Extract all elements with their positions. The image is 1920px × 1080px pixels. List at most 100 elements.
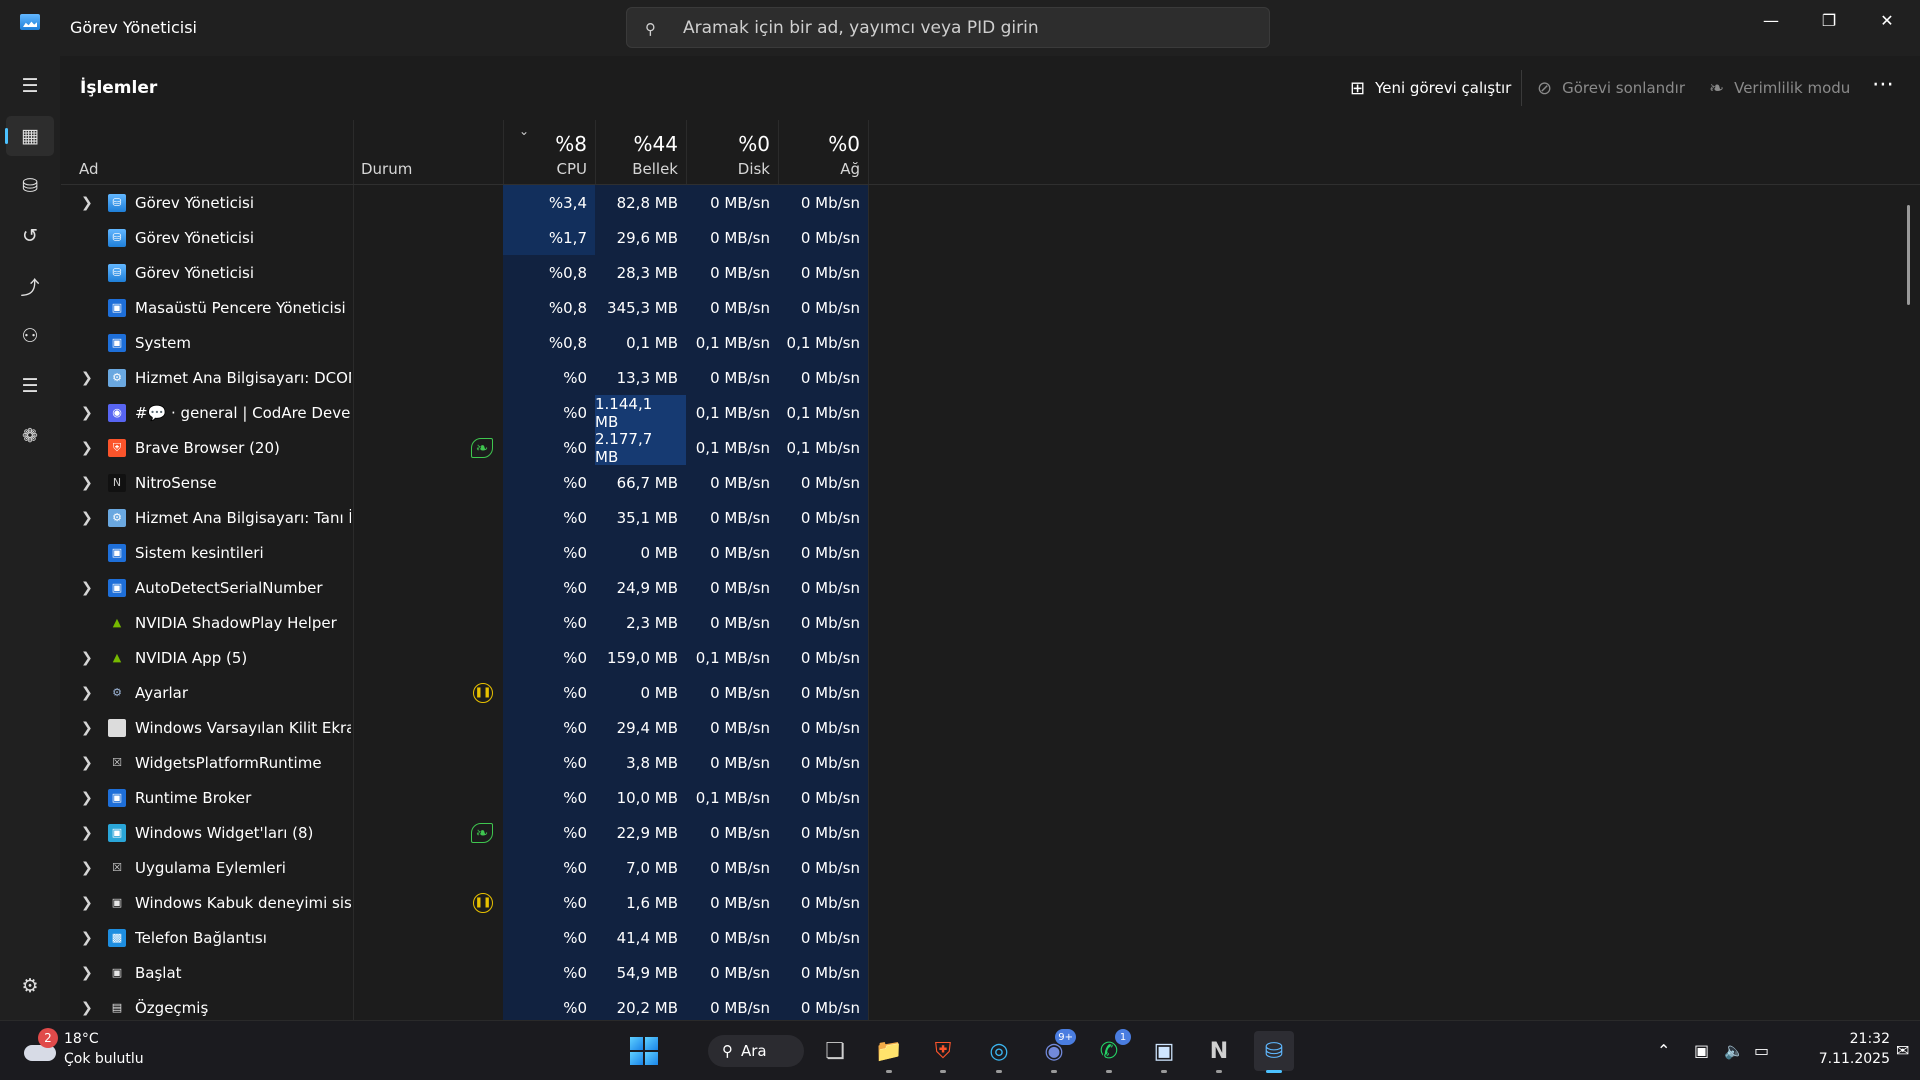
chevron-right-icon[interactable]: ❯ [81, 720, 93, 736]
nav-settings[interactable]: ⚙ [6, 966, 54, 1006]
column-label-name: Ad [79, 160, 99, 178]
network-value: 0 Mb/sn [778, 815, 868, 850]
chevron-right-icon[interactable]: ❯ [81, 965, 93, 981]
chevron-right-icon[interactable]: ❯ [81, 405, 93, 421]
disk-value: 0 MB/sn [686, 920, 778, 955]
table-row[interactable]: ❯ Windows Varsayılan Kilit Ekran... %029,4… [61, 710, 1920, 745]
process-name-cell: ❯ ▣ Başlat [61, 955, 353, 990]
process-name-cell: ▲ NVIDIA ShadowPlay Helper [61, 605, 353, 640]
column-header-memory[interactable]: %44 Bellek [595, 120, 686, 184]
chevron-right-icon[interactable]: ❯ [81, 1000, 93, 1016]
table-row[interactable]: ❯ ⚙ Hizmet Ana Bilgisayarı: DCOM... %013,3 … [61, 360, 1920, 395]
search-input[interactable] [683, 16, 1243, 40]
disk-value: 0 MB/sn [686, 500, 778, 535]
chevron-right-icon[interactable]: ❯ [81, 860, 93, 876]
column-header-disk[interactable]: %0 Disk [686, 120, 778, 184]
restore-button[interactable]: ❐ [1800, 0, 1858, 40]
brave-button[interactable]: ⛨ [923, 1031, 963, 1073]
table-row[interactable]: ❯ ▣ Windows Widget'ları (8) ❧ %0 22,9 MB 0 MB/… [61, 815, 1920, 850]
more-options-icon[interactable]: ⋯ [1872, 72, 1895, 97]
generic-app-icon: ☒ [112, 861, 122, 874]
chevron-right-icon[interactable]: ❯ [81, 475, 93, 491]
generic-app-icon: ☒ [112, 756, 122, 769]
chevron-right-icon[interactable]: ❯ [81, 195, 93, 211]
chevron-right-icon[interactable]: ❯ [81, 825, 93, 841]
clock-time[interactable]: 21:32 [1830, 1031, 1890, 1047]
column-header-status[interactable]: Durum [353, 120, 503, 184]
discord-button[interactable]: ◉ 9+ [1034, 1029, 1076, 1073]
task-manager-button[interactable]: ⛁ [1254, 1031, 1294, 1073]
chevron-right-icon[interactable]: ❯ [81, 930, 93, 946]
table-row[interactable]: ⛁ Görev Yöneticisi %1,7 29,6 MB 0 MB/sn 0 Mb/… [61, 220, 1920, 255]
minimize-button[interactable]: — [1742, 0, 1800, 40]
new-task-button[interactable]: ⊞ Yeni görevi çalıştır [1350, 76, 1511, 100]
edge-button[interactable]: ◎ [979, 1031, 1019, 1073]
volume-icon[interactable]: 🔈 [1724, 1041, 1744, 1060]
paused-icon: ❚❚ [473, 682, 493, 703]
table-row[interactable]: ❯ ◉ #💬 · general | CodAre Develo... %01.144… [61, 395, 1920, 431]
table-row[interactable]: ❯ ⚙ Ayarlar ❚❚ %0 0 MB 0 MB/sn 0 Mb/sn [61, 675, 1920, 710]
table-row[interactable]: ❯ ⛁ Görev Yöneticisi %3,4 82,8 MB 0 MB/sn 0 Mb… [61, 185, 1920, 220]
taskbar-search[interactable]: ⚲ Ara [708, 1035, 804, 1067]
chevron-up-icon[interactable]: ⌃ [1657, 1041, 1670, 1060]
nav-processes[interactable]: ▦ [5, 116, 54, 156]
column-header-network[interactable]: %0 Ağ [778, 120, 868, 184]
nav-services[interactable]: ❁ [6, 416, 54, 456]
notification-icon[interactable]: ✉ [1896, 1041, 1909, 1060]
table-row[interactable]: ❯ ▣ AutoDetectSerialNumber %0 24,9 MB 0 MB/sn… [61, 570, 1920, 605]
nav-app-history[interactable]: ↺ [6, 216, 54, 256]
table-row[interactable]: ❯ ⛨ Brave Browser (20) ❧ %0 2.177,7 MB 0,1 MB/… [61, 430, 1920, 466]
chevron-right-icon[interactable]: ❯ [81, 580, 93, 596]
battery-icon[interactable]: ▭ [1754, 1041, 1769, 1060]
network-value: 0 Mb/sn [778, 500, 868, 535]
table-row[interactable]: ❯ ▣ Runtime Broker %0 10,0 MB 0,1 MB/sn 0 Mb/s… [61, 780, 1920, 815]
chevron-right-icon[interactable]: ❯ [81, 755, 93, 771]
efficiency-mode-button[interactable]: ❧ Verimlilik modu [1709, 76, 1850, 100]
chevron-right-icon[interactable]: ❯ [81, 685, 93, 701]
table-row[interactable]: ⛁ Görev Yöneticisi %0,8 28,3 MB 0 MB/sn 0 Mb/… [61, 255, 1920, 290]
window-app-button[interactable]: ▣ [1144, 1031, 1184, 1073]
table-row[interactable]: ▣ Masaüstü Pencere Yöneticisi %0,8 345,3 MB… [61, 290, 1920, 325]
table-row[interactable]: ▲ NVIDIA ShadowPlay Helper %0 2,3 MB 0 MB/sn… [61, 605, 1920, 640]
disk-value: 0 MB/sn [686, 465, 778, 500]
task-view-button[interactable]: ❏ [815, 1031, 855, 1071]
table-row[interactable]: ❯ ▩ Telefon Bağlantısı %0 41,4 MB 0 MB/sn 0 Mb… [61, 920, 1920, 955]
gear-icon: ⚙ [108, 508, 126, 527]
table-row[interactable]: ❯ ▣ Windows Kabuk deneyimi sist... ❚❚ %0 1,6 … [61, 885, 1920, 920]
nitrosense-button[interactable]: N [1199, 1031, 1239, 1073]
chevron-right-icon[interactable]: ❯ [81, 895, 93, 911]
chevron-right-icon[interactable]: ❯ [81, 440, 93, 456]
chevron-right-icon[interactable]: ❯ [81, 790, 93, 806]
chevron-right-icon[interactable]: ❯ [81, 650, 93, 666]
table-row[interactable]: ❯ N NitroSense %0 66,7 MB 0 MB/sn 0 Mb/sn [61, 465, 1920, 500]
table-row[interactable]: ❯ ☒ WidgetsPlatformRuntime %0 3,8 MB 0 MB/sn 0… [61, 745, 1920, 780]
clock-date[interactable]: 7.11.2025 [1800, 1051, 1890, 1067]
table-row[interactable]: ❯ ▲ NVIDIA App (5) %0 159,0 MB 0,1 MB/sn 0 Mb/… [61, 640, 1920, 675]
weather-description[interactable]: Çok bulutlu [64, 1051, 144, 1067]
scrollbar[interactable] [1907, 205, 1910, 305]
table-row[interactable]: ❯ ▣ Başlat %0 54,9 MB 0 MB/sn 0 Mb/sn [61, 955, 1920, 990]
table-row[interactable]: ❯ ☒ Uygulama Eylemleri %0 7,0 MB 0 MB/sn 0 Mb/… [61, 850, 1920, 885]
search-box[interactable]: ⚲ [626, 7, 1270, 48]
nav-performance[interactable]: ⛁ [6, 166, 54, 206]
chevron-right-icon[interactable]: ❯ [81, 510, 93, 526]
nav-users[interactable]: ⚇ [6, 316, 54, 356]
column-header-cpu[interactable]: %8 CPU [503, 120, 595, 184]
network-icon[interactable]: ▣ [1694, 1041, 1709, 1060]
table-row[interactable]: ▣ System %0,8 0,1 MB 0,1 MB/sn 0,1 Mb/sn [61, 325, 1920, 360]
hamburger-icon[interactable]: ☰ [6, 66, 54, 106]
weather-temperature[interactable]: 18°C [64, 1031, 99, 1047]
column-header-name[interactable]: Ad [61, 120, 353, 184]
process-status-cell [353, 850, 503, 885]
whatsapp-button[interactable]: ✆ 1 [1089, 1029, 1131, 1073]
nav-details[interactable]: ☰ [6, 366, 54, 406]
close-button[interactable]: ✕ [1858, 0, 1916, 40]
table-row[interactable]: ▣ Sistem kesintileri %0 0 MB 0 MB/sn 0 Mb/sn [61, 535, 1920, 570]
start-button[interactable] [624, 1031, 664, 1071]
end-task-button[interactable]: ⊘ Görevi sonlandır [1537, 76, 1685, 100]
process-name: NVIDIA App (5) [135, 648, 248, 667]
chevron-right-icon[interactable]: ❯ [81, 370, 93, 386]
nav-startup-apps[interactable]: ⤴ [6, 266, 54, 306]
file-explorer-button[interactable]: 📁 [869, 1031, 909, 1073]
table-row[interactable]: ❯ ⚙ Hizmet Ana Bilgisayarı: Tanı İlk... %03… [61, 500, 1920, 535]
